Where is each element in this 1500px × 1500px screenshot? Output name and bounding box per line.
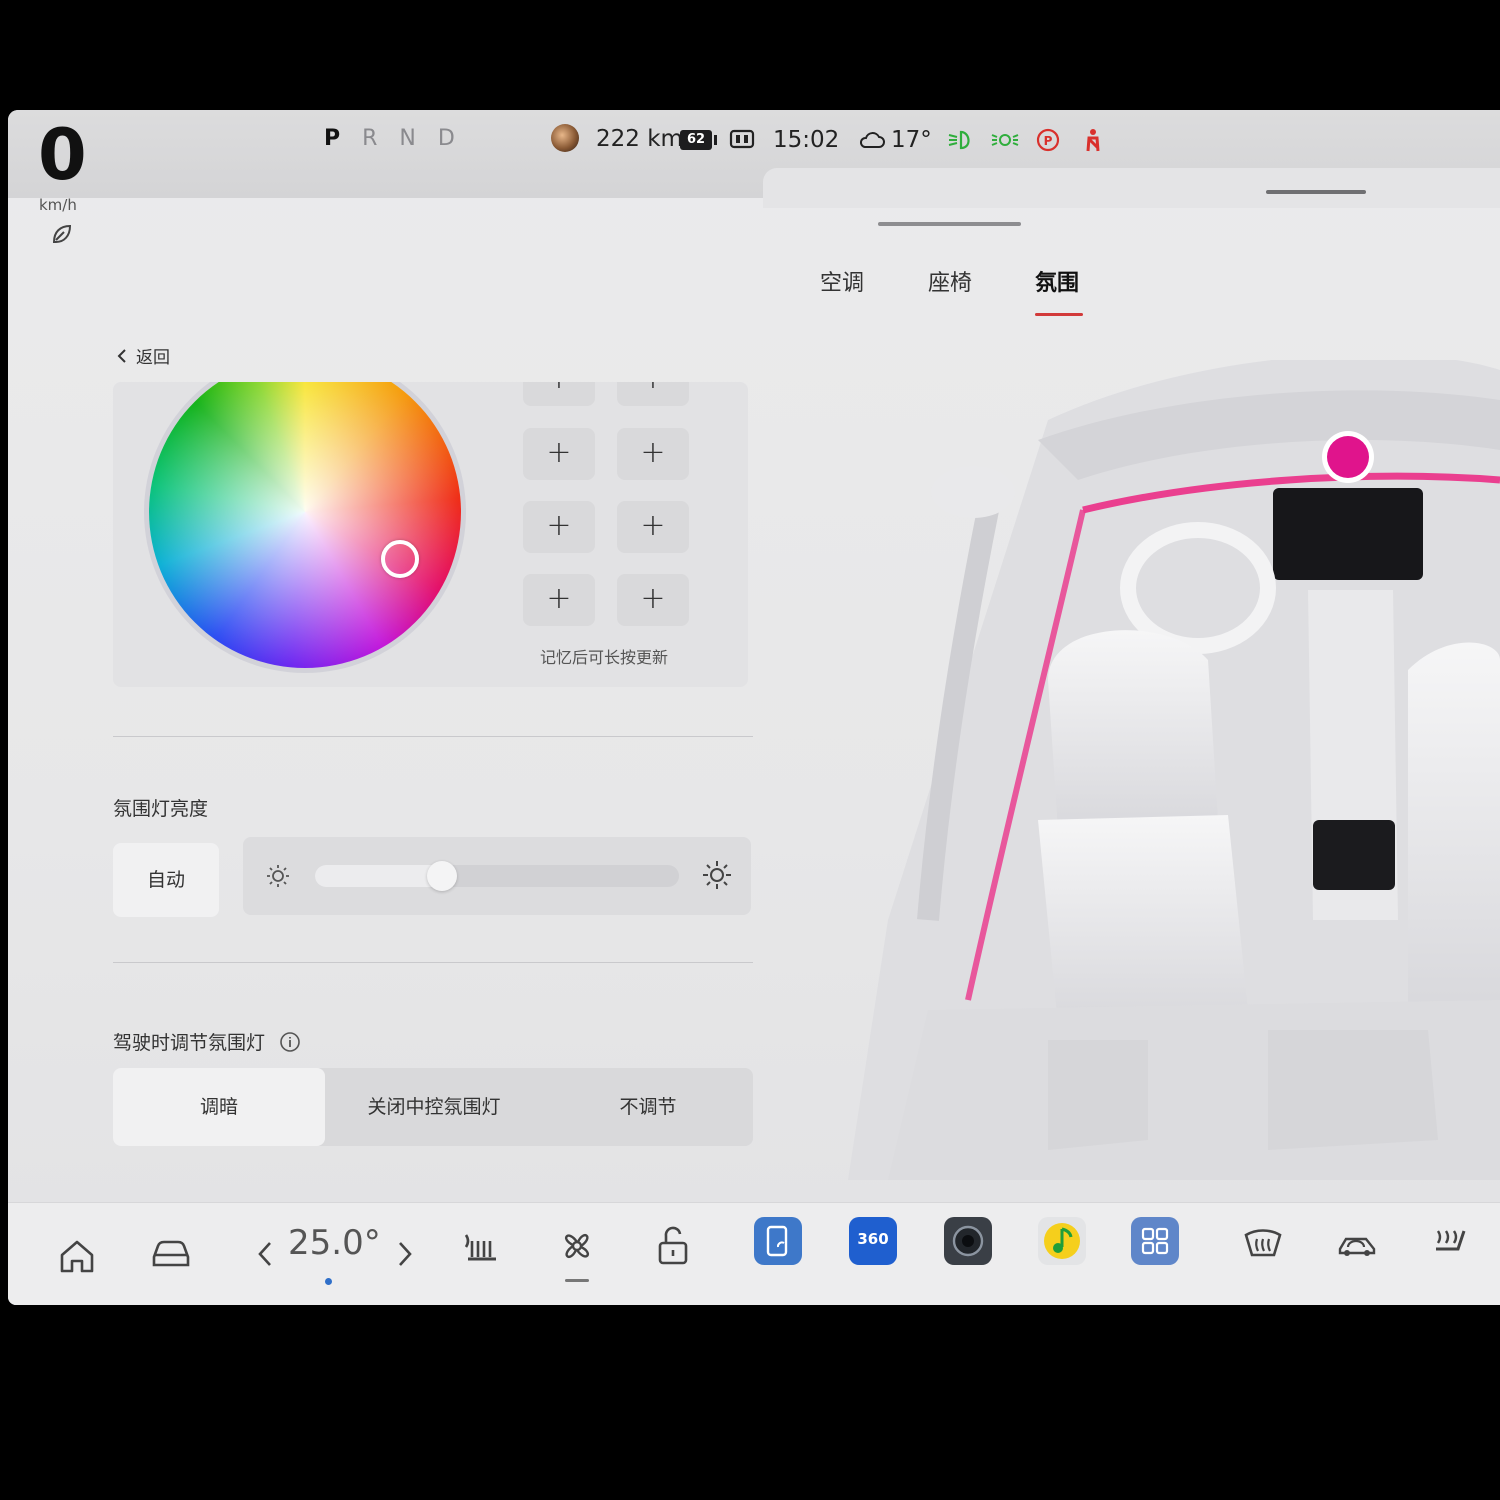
tab-climate[interactable]: 空调 [820,265,864,297]
driving-adjust-segmented-control: 调暗 关闭中控氛围灯 不调节 [113,1068,753,1146]
chevron-left-icon[interactable] [244,1231,290,1277]
gear-r: R [362,126,400,151]
section-divider [113,962,753,963]
speed-unit: km/h [39,196,77,214]
tire-pressure-icon [729,129,755,149]
color-wheel-knob[interactable] [381,540,419,578]
unlock-icon[interactable] [650,1223,696,1269]
car-icon[interactable] [148,1229,194,1275]
car-interior-image [848,360,1500,1180]
driving-adjust-title-row: 驾驶时调节氛围灯 [113,1028,301,1055]
tab-seats[interactable]: 座椅 [928,265,972,297]
settings-tabs: 空调 座椅 氛围 [798,265,1098,325]
speed-readout: 0 [38,114,87,196]
clock: 15:02 [773,127,840,153]
brightness-title: 氛围灯亮度 [113,798,209,820]
position-lights-icon [991,134,1019,146]
camera-360-app-icon[interactable]: 360 [849,1217,897,1265]
brightness-slider-fill [315,865,443,887]
seat-heat-icon[interactable] [458,1225,504,1271]
section-divider [113,736,753,737]
screen: 0 km/h PRND 222 km 62 15:02 17° P 空调 座椅 … [8,110,1500,1305]
temperature-indicator-dot [325,1278,332,1285]
brightness-slider-box [243,837,751,915]
active-dock-indicator [565,1279,589,1282]
battery-icon: 62 [680,130,717,150]
color-wheel[interactable] [149,382,461,668]
back-button[interactable]: 返回 [116,343,170,368]
cabin-temperature[interactable]: 25.0° [288,1223,381,1263]
tab-ambient[interactable]: 氛围 [1035,265,1079,297]
driving-adjust-title: 驾驶时调节氛围灯 [113,1032,266,1054]
all-apps-icon[interactable] [1131,1217,1179,1265]
auto-brightness-button[interactable]: 自动 [113,843,219,917]
low-beam-icon [948,130,970,150]
grid-icon [1141,1227,1169,1255]
brightness-slider-thumb[interactable] [427,861,458,891]
color-preset-slot[interactable]: + [523,382,595,406]
memory-hint: 记忆后可长按更新 [540,648,669,667]
ambient-color-dot [1327,436,1369,478]
bottom-dock: 25.0° 360 [8,1202,1500,1305]
range-readout: 222 km [596,126,683,152]
camera-lens-icon [952,1225,984,1257]
home-icon[interactable] [54,1233,100,1279]
music-app-icon[interactable] [1038,1217,1086,1265]
color-preset-slot[interactable]: + [617,428,689,480]
option-turn-off-console-light[interactable]: 关闭中控氛围灯 [328,1068,540,1146]
status-bar-panel [763,168,1500,208]
dashcam-app-icon[interactable] [944,1217,992,1265]
camera-360-label: 360 [857,1230,889,1248]
cloud-icon [859,132,885,148]
seatbelt-warning-icon [1086,129,1100,152]
gear-d: D [437,126,477,151]
front-defrost-icon[interactable] [1240,1221,1286,1267]
color-wheel-fade [149,382,461,668]
fan-icon[interactable] [554,1223,600,1269]
active-tab-indicator [1035,313,1083,316]
car-recirculation-icon[interactable] [1334,1221,1380,1267]
color-preset-slot[interactable]: + [617,501,689,553]
option-no-adjust[interactable]: 不调节 [543,1068,753,1146]
outside-temperature: 17° [891,127,932,153]
phone-connect-app-icon[interactable] [754,1217,802,1265]
color-preset-slot[interactable]: + [523,428,595,480]
gear-p: P [324,126,363,151]
color-preset-slot[interactable]: + [523,501,595,553]
eco-leaf-icon [52,224,72,243]
seat-heat-passenger-icon[interactable] [1428,1219,1474,1265]
status-bar [8,110,1500,208]
color-preset-slot[interactable]: + [617,574,689,626]
svg-text:P: P [1044,134,1053,148]
parking-brake-icon: P [1036,128,1060,152]
color-preset-slot[interactable]: + [523,574,595,626]
panel-drag-handle[interactable] [1266,190,1366,194]
back-label: 返回 [136,348,170,368]
brightness-slider[interactable] [315,861,679,891]
color-preset-slot[interactable]: + [617,382,689,406]
chevron-left-icon [117,348,126,363]
sheet-drag-handle[interactable] [878,222,1021,226]
user-avatar[interactable] [551,124,579,152]
music-note-icon [1044,1223,1080,1259]
sun-low-icon [267,865,289,887]
option-dim[interactable]: 调暗 [113,1068,325,1146]
phone-wifi-icon [766,1225,788,1257]
gear-selector: PRND [324,126,477,151]
info-icon[interactable] [279,1031,301,1053]
color-panel: + + + + + + + + 记忆后可长按更新 [113,382,748,687]
gear-n: N [399,126,438,151]
sun-high-icon [703,861,731,889]
chevron-right-icon[interactable] [380,1231,426,1277]
